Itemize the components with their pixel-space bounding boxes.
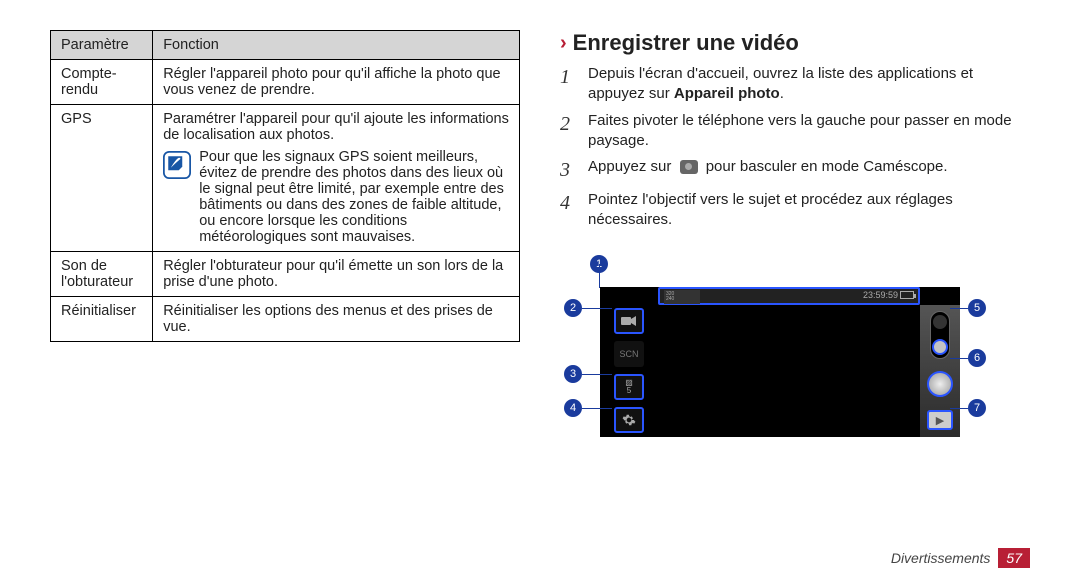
note-icon [163,151,191,179]
camera-figure: 1 320 240 23:59:59 SCN ▨5 [560,247,990,447]
callout-5: 5 [968,299,986,317]
func-gps: Paramétrer l'appareil pour qu'il ajoute … [153,105,520,252]
step-text: Faites pivoter le téléphone vers la gauc… [588,111,1030,152]
camera-ui-body: 320 240 23:59:59 SCN ▨5 [600,287,960,437]
gallery-play-button[interactable]: ▶ [927,410,953,430]
step-number: 3 [560,157,578,184]
left-toolbar: SCN ▨5 [600,305,658,437]
callout-3: 3 [564,365,582,383]
right-toolbar: ▶ [920,305,960,437]
step-text: Appuyez sur pour basculer en mode Camésc… [588,157,948,177]
callout-4: 4 [564,399,582,417]
left-column: Paramètre Fonction Compte-rendu Régler l… [50,30,520,566]
func-reinit: Réinitialiser les options des menus et d… [153,297,520,342]
right-column: › Enregistrer une vidéo 1 Depuis l'écran… [560,30,1030,566]
func-son: Régler l'obturateur pour qu'il émette un… [153,252,520,297]
header-func: Fonction [153,31,520,60]
settings-table: Paramètre Fonction Compte-rendu Régler l… [50,30,520,342]
func-compte-rendu: Régler l'appareil photo pour qu'il affic… [153,60,520,105]
step-number: 4 [560,190,578,217]
settings-gear-icon[interactable] [614,407,644,433]
exposure-icon[interactable]: ▨5 [614,374,644,400]
record-button[interactable] [927,371,953,397]
step-number: 2 [560,111,578,138]
callout-6: 6 [968,349,986,367]
gps-tip-text: Pour que les signaux GPS soient meilleur… [199,149,509,245]
topbar-right: 23:59:59 [863,290,914,300]
header-param: Paramètre [51,31,153,60]
step-2: 2 Faites pivoter le téléphone vers la ga… [560,111,1030,152]
param-compte-rendu: Compte-rendu [51,60,153,105]
param-gps: GPS [51,105,153,252]
camera-topbar: 320 240 23:59:59 [658,287,920,305]
section-header: › Enregistrer une vidéo [560,30,1030,56]
step-3: 3 Appuyez sur pour basculer en mode Camé… [560,157,1030,184]
param-son: Son de l'obturateur [51,252,153,297]
video-camera-icon[interactable] [614,308,644,334]
step-text: Depuis l'écran d'accueil, ouvrez la list… [588,64,1030,105]
footer-section: Divertissements [891,550,991,566]
mode-video-dot [932,339,948,355]
mode-photo-dot [933,315,947,329]
chevron-icon: › [560,32,567,55]
callout-2: 2 [564,299,582,317]
callout-7: 7 [968,399,986,417]
section-title: Enregistrer une vidéo [573,30,799,56]
step-4: 4 Pointez l'objectif vers le sujet et pr… [560,190,1030,231]
param-reinit: Réinitialiser [51,297,153,342]
battery-icon [900,291,914,299]
recording-time: 23:59:59 [863,290,898,300]
resolution-indicator: 320 240 [664,290,700,304]
scene-mode-icon[interactable]: SCN [614,341,644,367]
gps-func-text: Paramétrer l'appareil pour qu'il ajoute … [153,111,519,149]
page-number: 57 [998,548,1030,568]
step-1: 1 Depuis l'écran d'accueil, ouvrez la li… [560,64,1030,105]
page-footer: Divertissements 57 [891,548,1030,568]
mode-switch[interactable] [930,311,950,359]
camera-switch-icon [680,160,698,174]
step-text: Pointez l'objectif vers le sujet et proc… [588,190,1030,231]
step-number: 1 [560,64,578,91]
gps-tip-row: Pour que les signaux GPS soient meilleur… [153,149,519,245]
